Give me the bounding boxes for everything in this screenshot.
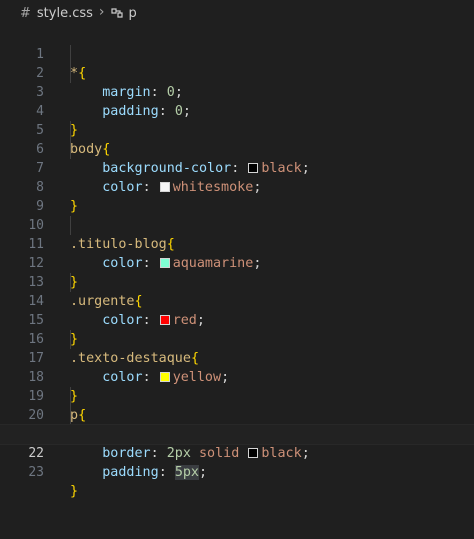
code-text: padding: 5px; — [102, 465, 208, 480]
code-line[interactable]: 15 } — [0, 292, 474, 347]
code-text: } — [70, 482, 78, 501]
css-symbol-icon — [110, 8, 123, 18]
code-line[interactable]: 13 .urgente{ — [0, 254, 474, 309]
code-line[interactable]: 12 } — [0, 235, 474, 290]
code-line[interactable]: 8 } — [0, 159, 474, 214]
code-line-current[interactable]: 22 padding: 5px; — [0, 424, 474, 480]
breadcrumb: # style.css › p — [0, 0, 474, 26]
line-number: 23 — [28, 465, 44, 480]
code-editor[interactable]: 1 *{ 2 margin: 0; 3 padding: 0; 4 } 5 bo… — [0, 26, 474, 539]
breadcrumb-file[interactable]: style.css — [37, 6, 93, 21]
breadcrumb-symbol[interactable]: p — [129, 6, 137, 21]
code-line[interactable]: 6 background-color: black; — [0, 121, 474, 176]
value-highlighted: 5px — [174, 465, 199, 480]
code-line[interactable]: 23 } — [0, 444, 474, 499]
code-line[interactable]: 14 color: red; — [0, 273, 474, 328]
code-line[interactable]: 21 border: 2px solid black; — [0, 406, 474, 461]
chevron-right-icon: › — [98, 4, 105, 20]
code-line[interactable]: 18 } — [0, 349, 474, 404]
code-line[interactable]: 16 .texto-destaque{ — [0, 311, 474, 366]
code-line[interactable]: 3 padding: 0; — [0, 64, 474, 119]
code-line[interactable]: 11 color: aquamarine; — [0, 216, 474, 271]
code-line[interactable]: 9 — [0, 178, 474, 214]
code-line[interactable]: 1 *{ — [0, 26, 474, 81]
property: padding — [102, 465, 159, 480]
code-line[interactable]: 2 margin: 0; — [0, 45, 474, 100]
css-hash-icon: # — [20, 5, 31, 21]
code-line[interactable]: 7 color: whitesmoke; — [0, 140, 474, 195]
code-line[interactable]: 20 margin: 10; — [0, 387, 474, 442]
code-line[interactable]: 19 p{ — [0, 368, 474, 423]
code-line[interactable]: 5 body{ — [0, 102, 474, 157]
code-line[interactable]: 17 color: yellow; — [0, 330, 474, 385]
code-line[interactable]: 10 .titulo-blog{ — [0, 197, 474, 252]
brace: } — [70, 484, 79, 499]
code-line[interactable]: 4 } — [0, 83, 474, 138]
